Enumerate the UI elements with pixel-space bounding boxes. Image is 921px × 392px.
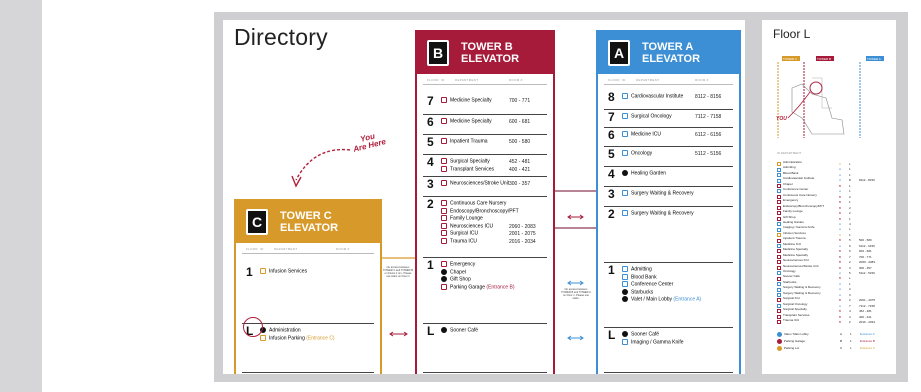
legend-name: Blood Bank [783, 170, 799, 175]
legend-name: Surgery Waiting & Recovery [783, 285, 821, 290]
legend-row: Cardiovascular Institute A 8 8112 - 8156 [777, 176, 892, 183]
legend-row: Medicine Specialty B 6 600 - 681 [777, 247, 892, 254]
entrance-icon [777, 339, 782, 344]
connector-note-c-b: No access between TOWER C and TOWER B on… [383, 266, 413, 278]
legend-name: Trauma ICU [783, 318, 800, 323]
legend-row: Medicine ICU A 6 6112 - 6156 [777, 241, 892, 248]
legend-row: Conference Center A 1 [777, 187, 892, 194]
entrance-icon [777, 332, 782, 337]
legend-name: Medicine Specialty [783, 247, 809, 252]
legend-icon [777, 320, 781, 325]
legend-entrance: Entrance B [860, 339, 875, 344]
floor-map: TOWER C TOWER B TOWER A YOU [776, 56, 884, 138]
legend-row: Blood Bank A 1 [777, 170, 892, 178]
legend-tower: C [840, 346, 843, 351]
map-tower_a-label: TOWER A [867, 57, 881, 61]
legend-row: Imaging / Gamma Knife A L [777, 225, 892, 232]
legend-name: Healing Garden [783, 219, 805, 224]
legend-name: Imaging / Gamma Knife [783, 225, 815, 230]
legend-row: Continuous Care Nursery B 2 [777, 192, 892, 199]
legend-name: Administration [783, 160, 803, 164]
legend-name: Infusion Services [783, 230, 806, 235]
entrance-icon [777, 346, 782, 351]
legend-row: Infusion Services C 1 [777, 230, 892, 238]
legend-entrance: Entrance C [860, 346, 876, 351]
legend-name: Family Lounge [783, 209, 803, 214]
legend-name: Parking Lot [784, 346, 800, 351]
legend-row: Admitting A 1 [777, 165, 892, 172]
floor-outline [791, 83, 845, 135]
legend-row: Neurosciences/Stroke Unit B 3 300 - 357 [777, 263, 892, 270]
legend-name: Gift Shop [783, 214, 796, 219]
legend-row: Chapel B 1 [777, 181, 892, 188]
legend-name: Medicine Specialty [783, 252, 809, 257]
legend-row: Gift Shop B 1 [777, 214, 892, 221]
you-arrow [787, 91, 811, 119]
legend-name: Cardiovascular Institute [783, 176, 815, 181]
legend-row: Surgical Oncology A 7 7112 - 7158 [777, 301, 892, 308]
legend-name: Oncology [783, 269, 796, 273]
legend-floor: 1 [850, 339, 852, 344]
legend-name: Sooner Café [783, 274, 800, 279]
legend-floor: 2 [849, 320, 851, 325]
legend-tower: A [840, 332, 843, 337]
map-tower_c-label: TOWER C [783, 57, 798, 61]
legend-footer-row: Parking Lot C L Entrance C [777, 346, 892, 351]
legend-row: Surgical ICU B 2 2001 - 2075 [777, 296, 892, 303]
legend-floor: 1 [850, 332, 852, 337]
legend-floor: L [850, 346, 852, 351]
legend-name: Surgery Waiting & Recovery [783, 290, 821, 295]
legend-row: Medicine Specialty B 7 700 - 771 [777, 252, 892, 259]
legend-name: Continuous Care Nursery [783, 192, 817, 197]
legend-row: Neurosciences ICU B 2 2060 - 2083 [777, 258, 892, 265]
legend-header: ID DEPARTMENT [777, 151, 802, 155]
legend-row: Transplant Services B 4 400 - 421 [777, 312, 892, 319]
legend-name: Emergency [783, 198, 799, 203]
legend-name: Conference Center [783, 187, 809, 192]
legend-entrance: Entrance A [860, 332, 875, 337]
legend-name: Valet / Main Lobby [784, 332, 809, 337]
legend-name: Chapel [783, 181, 793, 186]
legend-row: Surgery Waiting & Recovery A 3 [777, 290, 892, 297]
you-are-here-marker-map [809, 81, 823, 95]
you-label: YOU [776, 116, 787, 122]
legend-name: Starbucks [783, 279, 797, 284]
legend-name: Surgical Oncology [783, 301, 808, 306]
legend-name: Parking Garage [784, 339, 806, 344]
legend-row: Family Lounge B 2 [777, 209, 892, 216]
legend-name: Admitting [783, 165, 796, 170]
legend-footer-row: Parking Garage B 1 Entrance B [777, 339, 892, 344]
legend-name: Neurosciences/Stroke Unit [783, 263, 819, 268]
legend-row: Emergency B 1 [777, 198, 892, 205]
legend-row: Sooner Café B L [777, 274, 892, 281]
legend-tower: B [839, 320, 842, 325]
floor-map-title: Floor L [773, 27, 811, 41]
legend-row: Healing Garden A 4 [777, 219, 892, 227]
map-tower_b-label: TOWER B [817, 57, 831, 61]
legend-row: Oncology A 5 5112 - 5156 [777, 269, 892, 276]
legend-row: Surgical Specialty B 4 452 - 481 [777, 307, 892, 314]
legend-name: Surgical ICU [783, 296, 800, 301]
legend-name: Medicine ICU [783, 241, 802, 246]
legend-name: Endoscopy/Bronchoscopy/PFT [783, 203, 825, 208]
legend-row: Trauma ICU B 2 2016 - 2034 [777, 318, 892, 325]
legend-name: Neurosciences ICU [783, 258, 809, 263]
legend-row: Inpatient Trauma B 5 500 - 580 [777, 236, 892, 243]
legend-row: Surgery Waiting & Recovery A 2 [777, 285, 892, 292]
legend-row: Administration C L [777, 160, 892, 167]
legend-name: Transplant Services [783, 312, 810, 317]
connector-note-b-a: No access between TOWER B and TOWER A on… [561, 288, 591, 300]
legend-tower: B [840, 339, 843, 344]
legend-name: Surgical Specialty [783, 307, 807, 312]
legend-name: Inpatient Trauma [783, 236, 806, 241]
legend-footer-row: Valet / Main Lobby A 1 Entrance A [777, 332, 892, 337]
legend-rooms: 2016 - 2034 [859, 320, 876, 325]
legend-row: Starbucks A 1 [777, 279, 892, 287]
legend-row: Endoscopy/Bronchoscopy/PFT B 2 [777, 203, 892, 210]
